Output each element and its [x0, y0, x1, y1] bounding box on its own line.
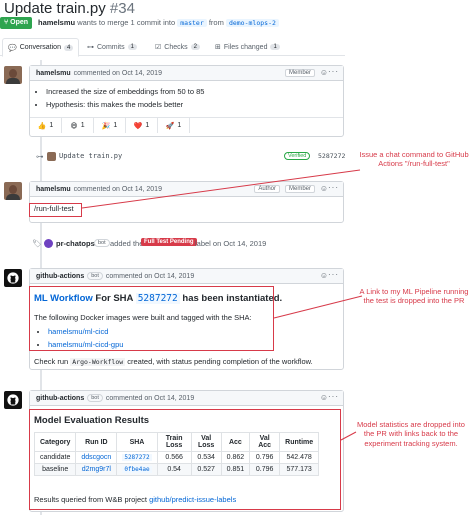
annotation-arrow [273, 295, 363, 319]
annotation-arrow [340, 431, 357, 441]
annotation-arrow [81, 169, 361, 209]
annotation-arrows [81, 169, 363, 441]
